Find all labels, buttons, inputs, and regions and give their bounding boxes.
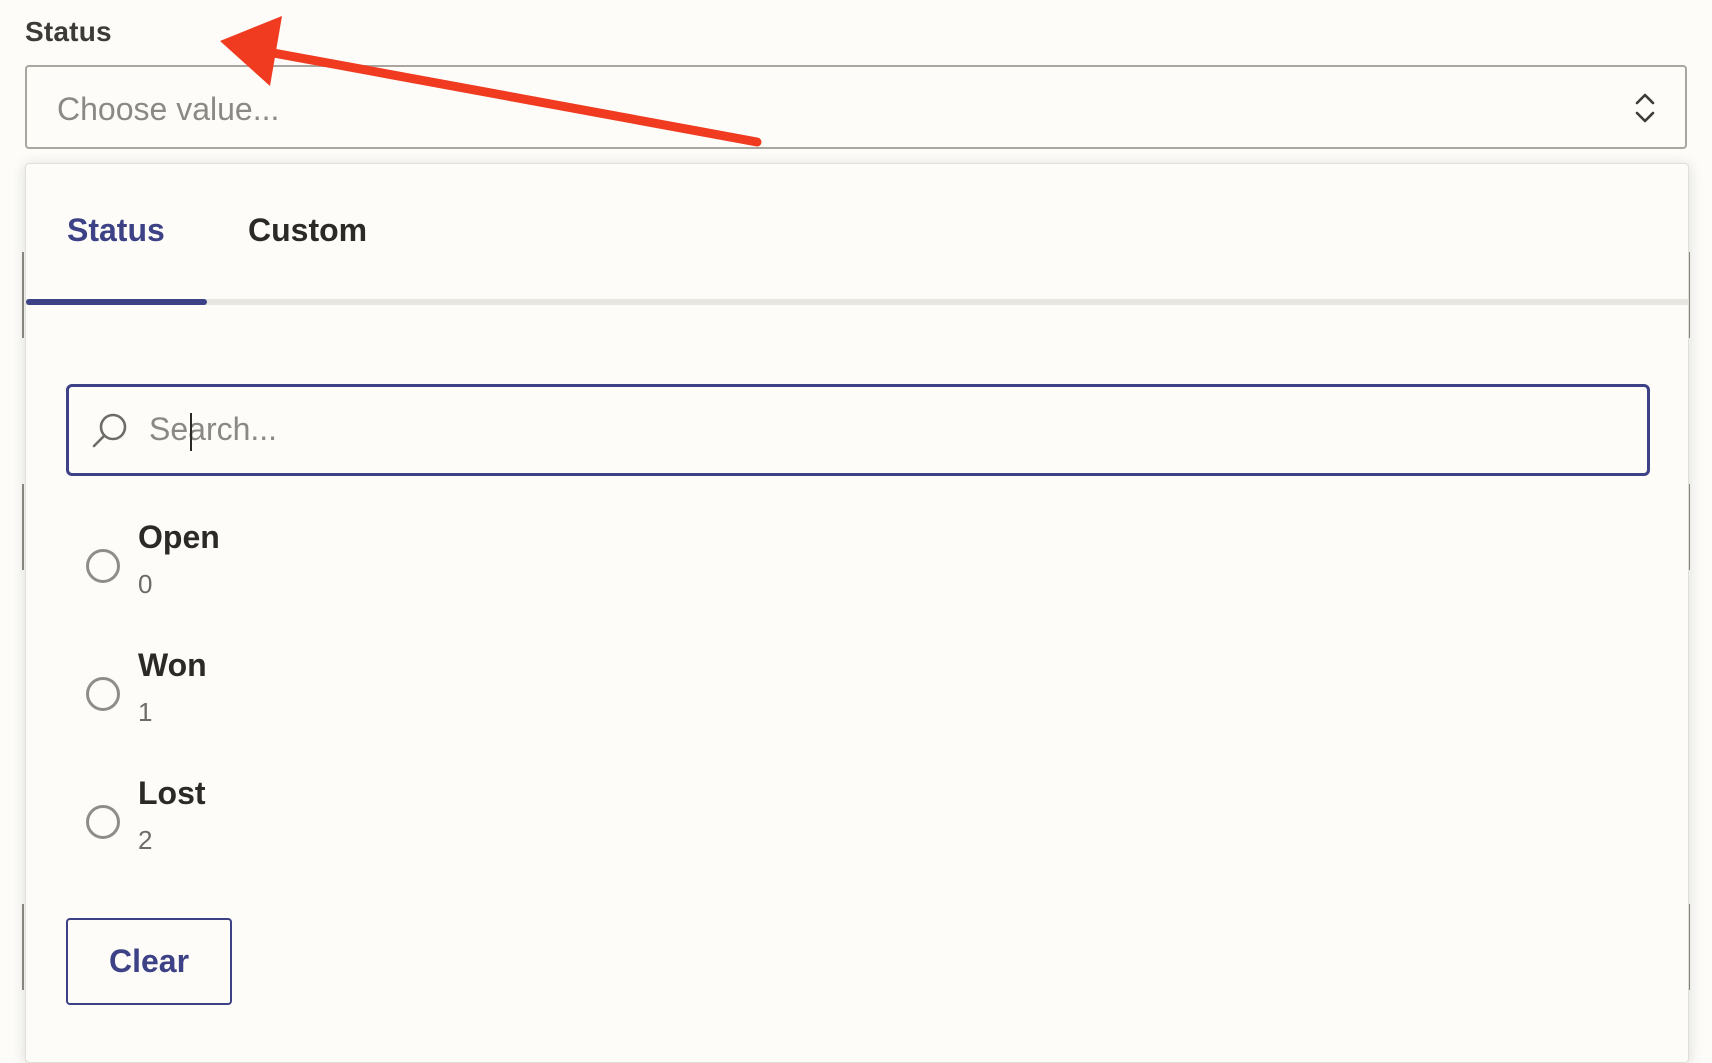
option-label: Open — [138, 519, 220, 555]
clear-button[interactable]: Clear — [66, 918, 232, 1005]
chevron-up-down-icon — [1635, 93, 1655, 123]
search-icon — [92, 413, 127, 448]
tab-status[interactable]: Status — [67, 212, 165, 249]
radio-unchecked-icon[interactable] — [86, 549, 120, 583]
tab-bar: Status Custom — [26, 164, 1688, 306]
option-value: 1 — [138, 697, 153, 727]
dropdown-panel: Status Custom Open 0 Won 1 Lost 2 Clear — [25, 163, 1689, 1063]
tab-track — [26, 299, 1688, 305]
search-field[interactable] — [66, 384, 1650, 476]
radio-unchecked-icon[interactable] — [86, 677, 120, 711]
search-input[interactable] — [149, 399, 1629, 459]
option-value: 2 — [138, 825, 153, 855]
active-tab-indicator — [26, 299, 207, 305]
tab-custom[interactable]: Custom — [248, 212, 367, 249]
underlying-field-edge — [22, 904, 24, 990]
status-select[interactable]: Choose value... — [25, 65, 1687, 149]
radio-unchecked-icon[interactable] — [86, 805, 120, 839]
option-label: Lost — [138, 775, 206, 811]
option-value: 0 — [138, 569, 153, 599]
option-lost[interactable]: Lost 2 — [86, 775, 686, 875]
option-won[interactable]: Won 1 — [86, 647, 686, 747]
text-cursor — [190, 413, 192, 451]
underlying-field-edge — [22, 484, 24, 570]
option-open[interactable]: Open 0 — [86, 519, 686, 619]
option-label: Won — [138, 647, 207, 683]
select-placeholder: Choose value... — [57, 91, 280, 127]
field-label: Status — [25, 16, 112, 47]
underlying-field-edge — [22, 252, 24, 338]
